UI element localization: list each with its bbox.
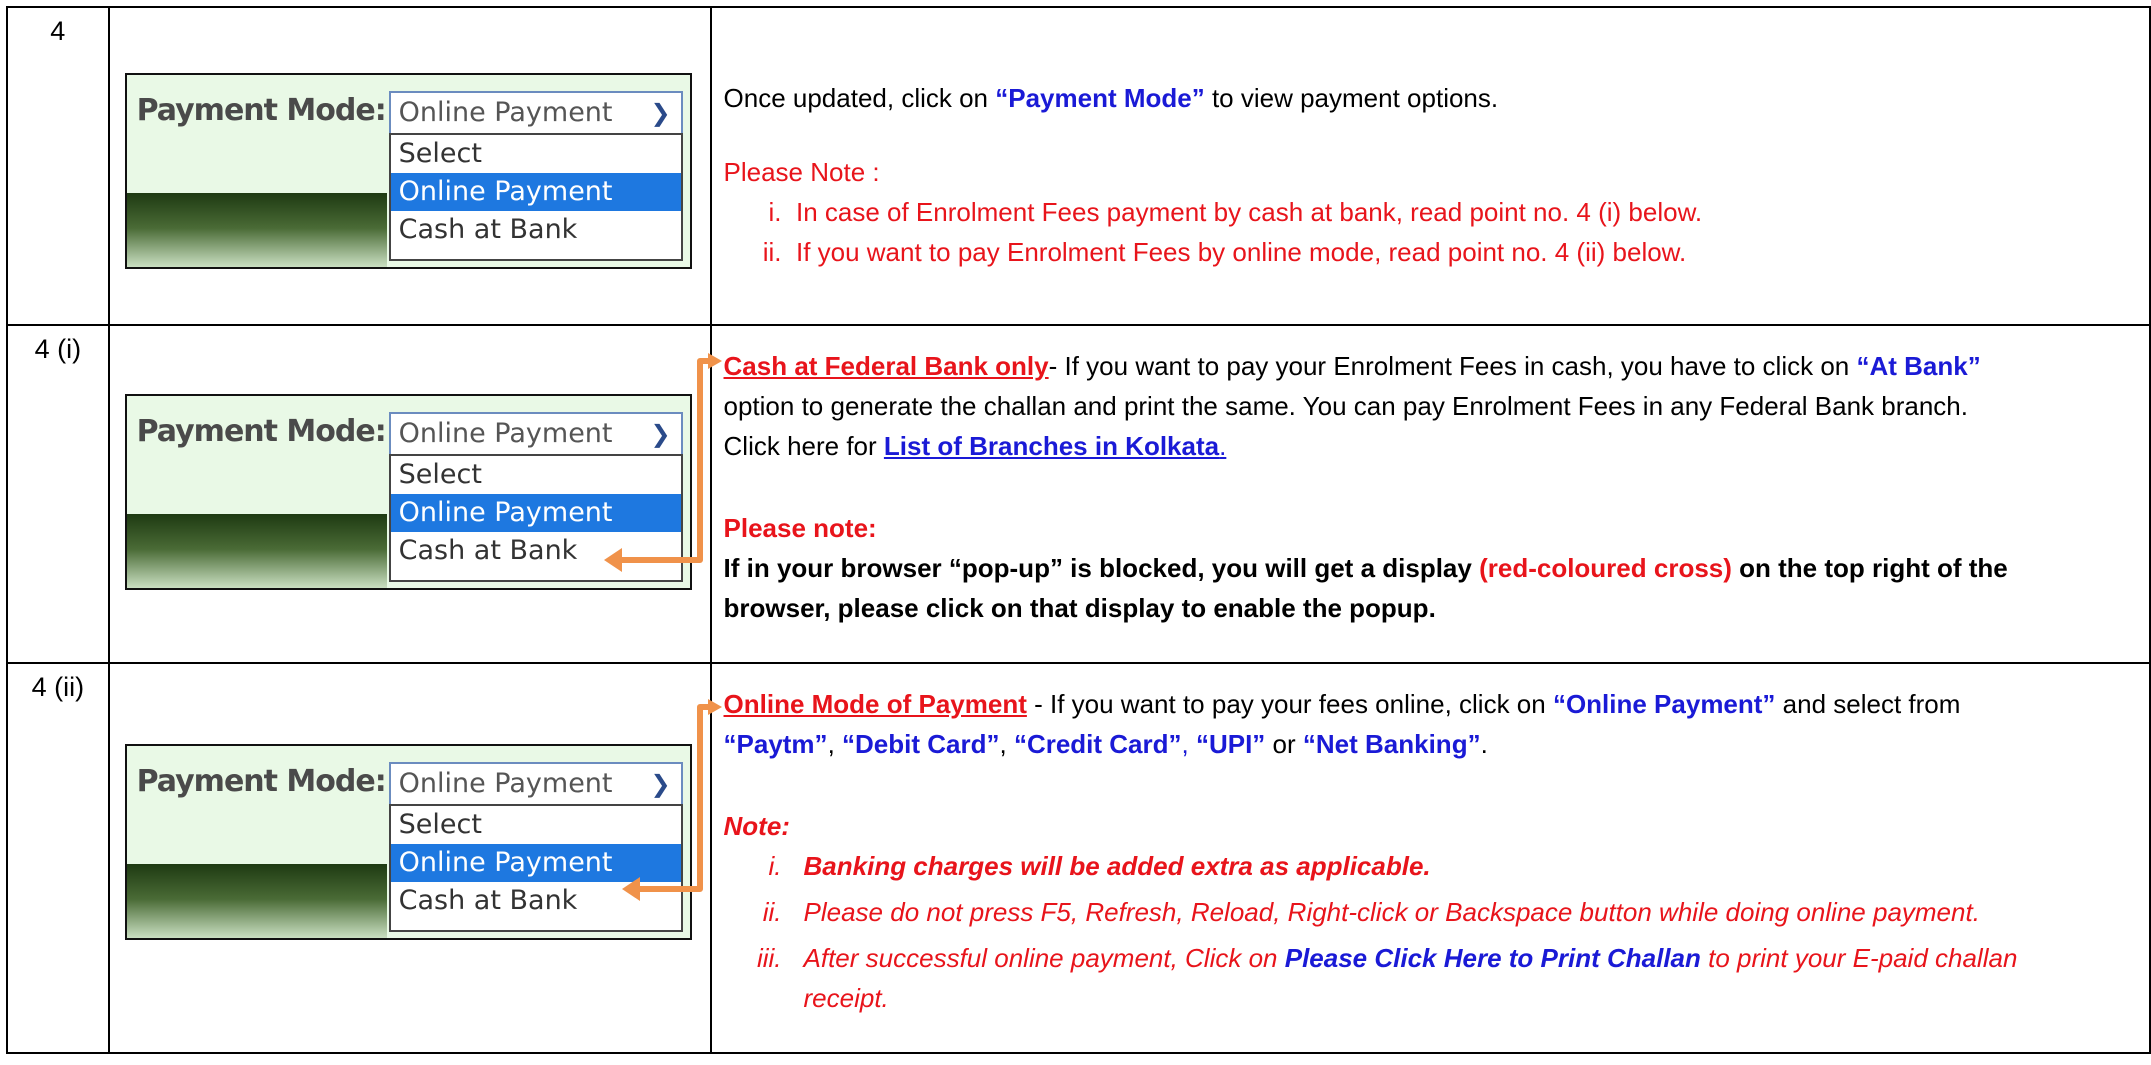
instruction-cell: Online Mode of Payment - If you want to … xyxy=(709,662,2151,1054)
option-cash-at-bank[interactable]: Cash at Bank xyxy=(391,532,681,570)
step-number-cell: 4 (i) xyxy=(6,324,110,664)
note-heading: Note: xyxy=(723,811,790,841)
payment-mode-options: Select Online Payment Cash at Bank xyxy=(388,133,683,261)
option-cash-at-bank[interactable]: Cash at Bank xyxy=(391,211,681,249)
step-number: 4 xyxy=(50,16,66,46)
table-row: 4 Payment Mode: Online Payment ❯ Select O… xyxy=(6,6,2151,326)
cash-title: Cash at Federal Bank only xyxy=(723,351,1049,381)
payment-mode-label: Payment Mode xyxy=(136,764,376,799)
table-row: 4 (ii) Payment Mode: Online Payment ❯ Sel… xyxy=(6,662,2151,1054)
payment-mode-label: Payment Mode xyxy=(136,93,376,128)
payment-mode-label: Payment Mode xyxy=(136,414,376,449)
table-row: 4 (i) Payment Mode: Online Payment ❯ Sele… xyxy=(6,324,2151,664)
step-number-cell: 4 (ii) xyxy=(6,662,110,1054)
step-number: 4 (ii) xyxy=(31,672,85,702)
intro-text: Once updated, click on “Payment Mode” to… xyxy=(723,83,1499,113)
screenshot-cell: Payment Mode: Online Payment ❯ Select Onl… xyxy=(107,662,712,1054)
payment-mode-widget: Payment Mode: Online Payment ❯ Select Onl… xyxy=(124,744,692,940)
note-heading: Please Note : xyxy=(723,157,880,187)
note-item: ii. If you want to pay Enrolment Fees by… xyxy=(762,237,1687,267)
chevron-down-icon: ❯ xyxy=(650,99,671,127)
payment-mode-select[interactable]: Online Payment ❯ xyxy=(388,412,683,456)
note-item: ii. Please do not press F5, Refresh, Relo… xyxy=(762,897,1980,927)
popup-note: If in your browser “pop-up” is blocked, … xyxy=(723,553,2008,583)
chevron-down-icon: ❯ xyxy=(650,770,671,798)
payment-mode-options: Select Online Payment Cash at Bank xyxy=(388,804,683,932)
screenshot-cell: Payment Mode: Online Payment ❯ Select Onl… xyxy=(107,6,712,326)
option-online-payment[interactable]: Online Payment xyxy=(390,173,681,211)
note-item: i. Banking charges will be added extra as… xyxy=(768,851,1431,881)
payment-mode-select[interactable]: Online Payment ❯ xyxy=(388,91,683,135)
instruction-cell: Once updated, click on “Payment Mode” to… xyxy=(709,6,2151,326)
screenshot-cell: Payment Mode: Online Payment ❯ Select Onl… xyxy=(107,324,712,664)
option-select[interactable]: Select xyxy=(391,806,681,844)
payment-mode-options: Select Online Payment Cash at Bank xyxy=(388,454,683,582)
note-heading: Please note: xyxy=(723,513,877,543)
option-online-payment[interactable]: Online Payment xyxy=(390,844,681,882)
online-paragraph: Online Mode of Payment - If you want to … xyxy=(723,689,1961,719)
step-number: 4 (i) xyxy=(34,334,82,364)
instruction-cell: Cash at Federal Bank only- If you want t… xyxy=(709,324,2151,664)
note-item: i. In case of Enrolment Fees payment by … xyxy=(768,197,1703,227)
payment-mode-select[interactable]: Online Payment ❯ xyxy=(388,762,683,806)
cash-paragraph: Cash at Federal Bank only- If you want t… xyxy=(723,351,1981,381)
note-item: iii. After successful online payment, Cli… xyxy=(756,943,2018,973)
online-title: Online Mode of Payment xyxy=(723,689,1027,719)
option-cash-at-bank[interactable]: Cash at Bank xyxy=(391,882,681,920)
option-select[interactable]: Select xyxy=(391,135,681,173)
print-challan-link[interactable]: Please Click Here to Print Challan xyxy=(1285,943,1701,973)
chevron-down-icon: ❯ xyxy=(650,420,671,448)
option-online-payment[interactable]: Online Payment xyxy=(390,494,681,532)
payment-mode-widget: Payment Mode: Online Payment ❯ Select Onl… xyxy=(124,394,692,590)
branches-link[interactable]: List of Branches in Kolkata xyxy=(884,431,1219,461)
option-select[interactable]: Select xyxy=(391,456,681,494)
payment-mode-widget: Payment Mode: Online Payment ❯ Select Onl… xyxy=(124,73,692,269)
instruction-table: 4 Payment Mode: Online Payment ❯ Select O… xyxy=(6,6,2151,1054)
step-number-cell: 4 xyxy=(6,6,110,326)
